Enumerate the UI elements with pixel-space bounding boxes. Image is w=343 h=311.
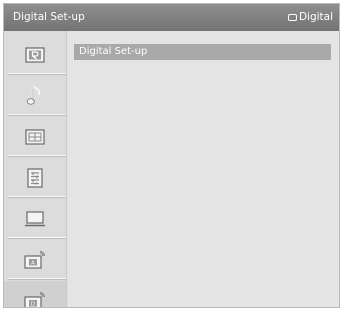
menu-title: Digital Set-up bbox=[13, 11, 85, 23]
title-bar: Digital Set-up Digital bbox=[4, 4, 339, 31]
sidebar-item-pc[interactable] bbox=[4, 199, 66, 238]
pc-settings-icon bbox=[25, 210, 45, 226]
menu-item-digital-setup[interactable]: Digital Set-up bbox=[74, 44, 331, 60]
digital-set-up-icon: D bbox=[24, 291, 45, 307]
menu-item-label: Digital Set-up bbox=[79, 46, 148, 57]
settings-panel: Digital Set-up bbox=[68, 31, 339, 307]
sidebar-item-analogue-setup[interactable]: A bbox=[4, 240, 66, 279]
tv-icon bbox=[287, 13, 297, 21]
tv-menu-window: Digital Set-up Digital A D Digital Set-u… bbox=[3, 3, 340, 308]
sidebar-item-screen[interactable] bbox=[4, 117, 66, 156]
input-source-label: Digital bbox=[298, 11, 333, 23]
sidebar-item-setup[interactable] bbox=[4, 158, 66, 197]
screen-control-icon bbox=[25, 128, 45, 145]
set-up-icon bbox=[27, 167, 43, 188]
analogue-set-up-icon: A bbox=[24, 250, 45, 269]
sound-settings-icon bbox=[26, 85, 41, 105]
settings-sidebar: A D bbox=[4, 31, 67, 307]
sidebar-item-sound[interactable] bbox=[4, 76, 66, 115]
sidebar-item-digital-setup[interactable]: D bbox=[4, 281, 66, 307]
picture-settings-icon bbox=[25, 46, 45, 63]
digital-badge-letter: D bbox=[31, 301, 35, 307]
sidebar-item-picture[interactable] bbox=[4, 35, 66, 74]
analogue-badge-letter: A bbox=[31, 260, 35, 266]
input-source-indicator: Digital bbox=[287, 11, 333, 23]
